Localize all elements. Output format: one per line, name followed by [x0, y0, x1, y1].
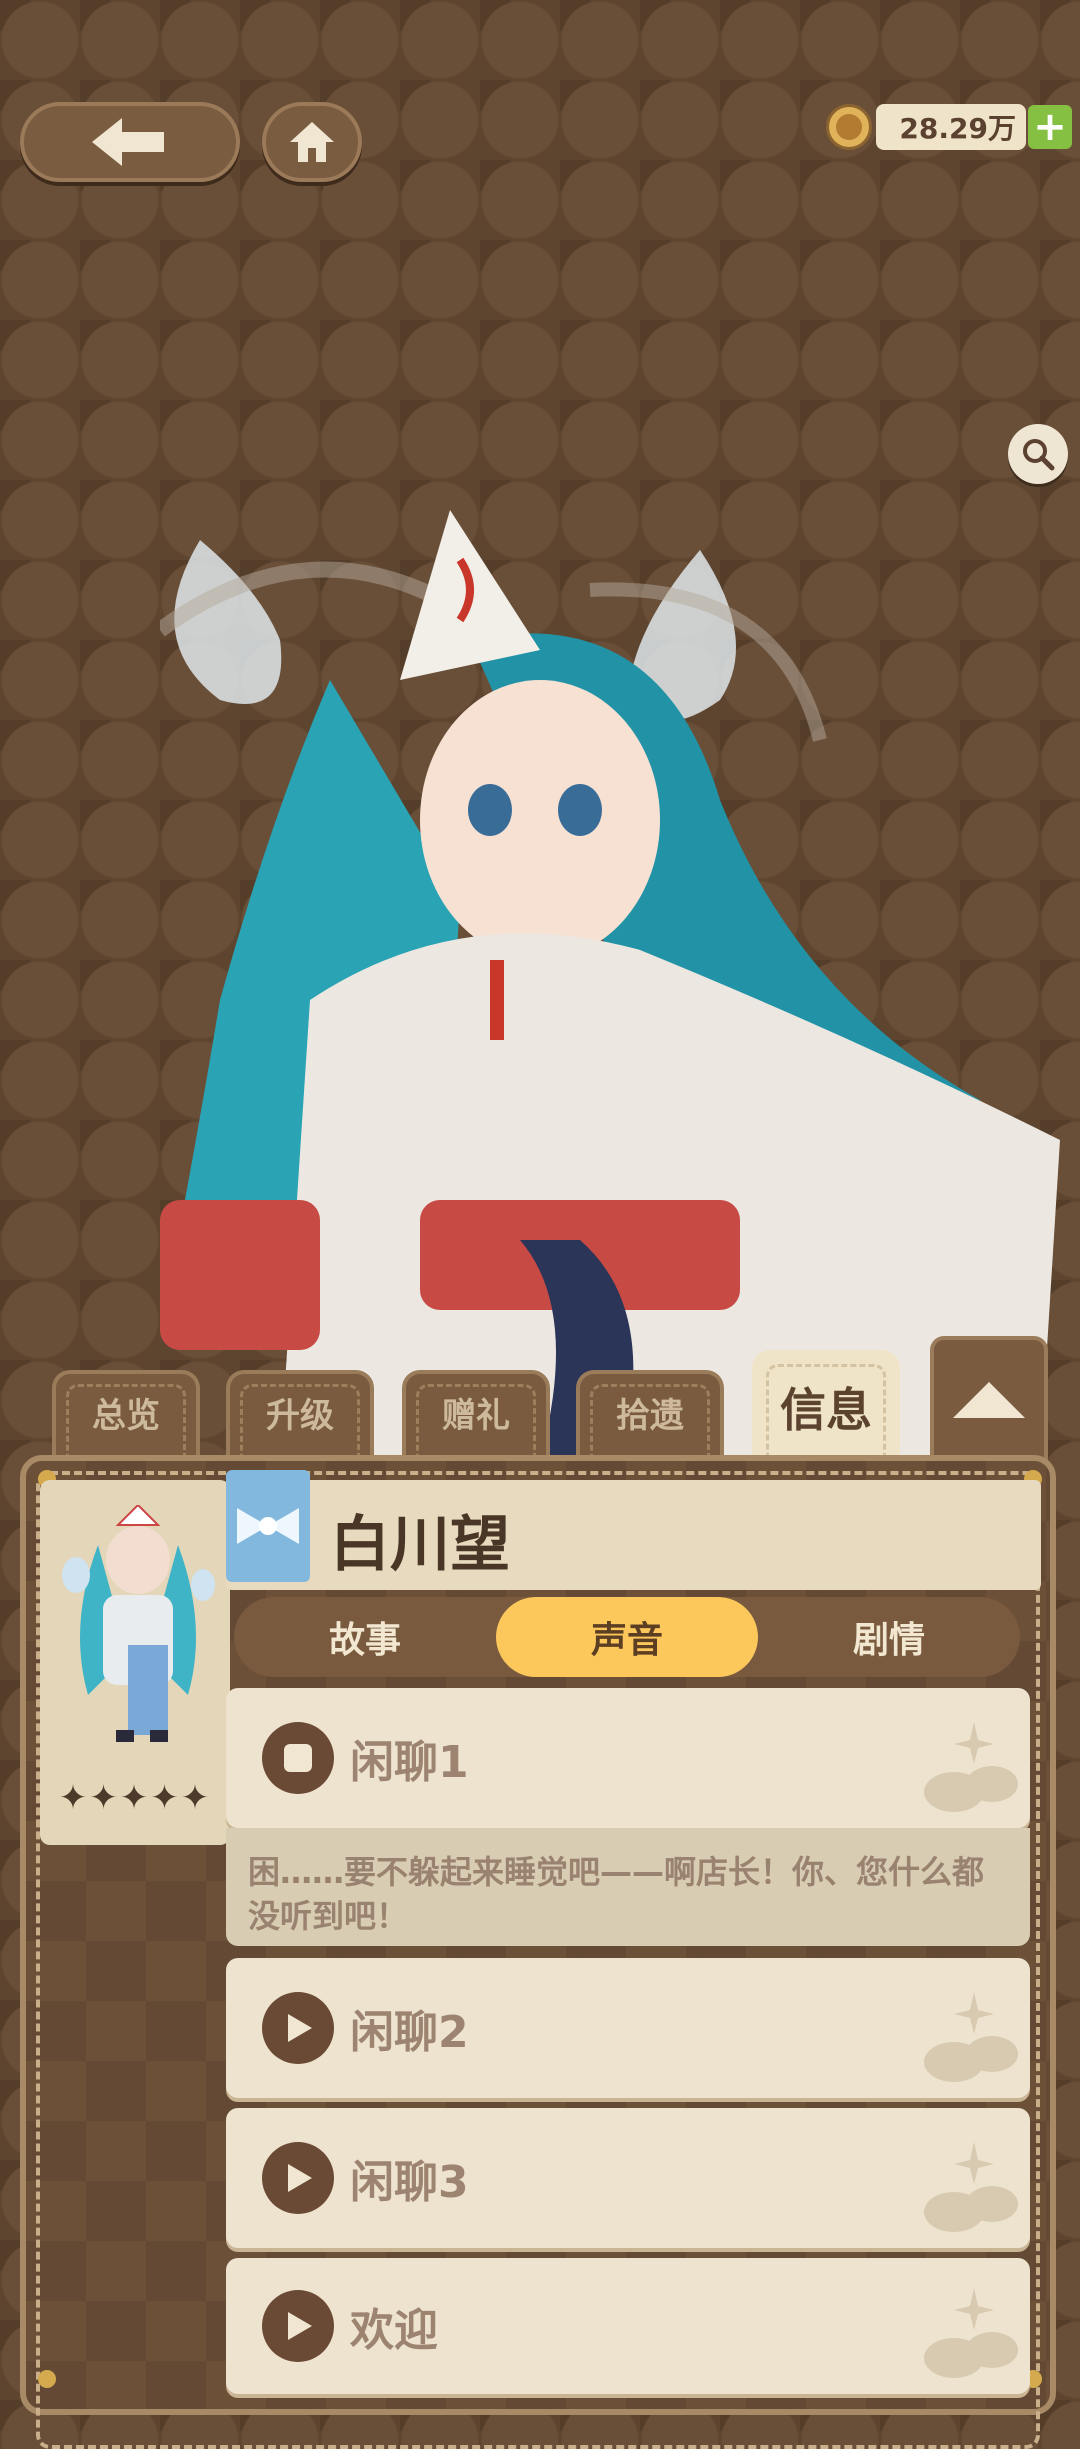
play-icon	[288, 2312, 312, 2340]
voice-item-welcome[interactable]: 欢迎	[226, 2258, 1030, 2394]
voice-line-text: 困……要不躲起来睡觉吧——啊店长！你、您什么都没听到吧！	[226, 1828, 1030, 1946]
voice-label: 闲聊3	[350, 2157, 469, 2208]
home-icon	[290, 122, 334, 162]
coffee-bean-decoration-icon	[924, 1992, 1018, 2082]
home-button[interactable]	[262, 102, 362, 182]
subtab-plot[interactable]: 剧情	[758, 1597, 1020, 1677]
zoom-button[interactable]	[1008, 424, 1068, 484]
voice-item-chat1[interactable]: 闲聊1	[226, 1688, 1030, 1828]
stop-icon	[284, 1744, 312, 1772]
character-illustration	[160, 510, 1060, 1460]
chevron-up-icon	[953, 1382, 1025, 1418]
tab-info[interactable]: 信息	[752, 1350, 900, 1460]
back-button[interactable]	[20, 102, 240, 182]
voice-item-chat3[interactable]: 闲聊3	[226, 2108, 1030, 2248]
tab-gift[interactable]: 赠礼	[402, 1370, 550, 1460]
coffee-bean-decoration-icon	[924, 2142, 1018, 2232]
play-icon	[288, 2014, 312, 2042]
currency-amount: 28.29万	[876, 104, 1026, 150]
stop-button[interactable]	[262, 1722, 334, 1794]
add-currency-button[interactable]: +	[1028, 105, 1072, 149]
voice-label: 闲聊1	[350, 1737, 469, 1788]
corner-rivet	[38, 2370, 56, 2388]
play-button[interactable]	[262, 2142, 334, 2214]
character-sprite	[62, 1505, 215, 1742]
tab-collection[interactable]: 拾遗	[576, 1370, 724, 1460]
collapse-panel-button[interactable]	[930, 1336, 1048, 1460]
play-button[interactable]	[262, 1992, 334, 2064]
subtab-story[interactable]: 故事	[234, 1597, 496, 1677]
sub-tab-bar: 故事 声音 剧情	[234, 1597, 1020, 1677]
character-name: 白川望	[330, 1510, 510, 1580]
back-arrow-icon	[92, 118, 164, 166]
play-icon	[288, 2164, 312, 2192]
bow-badge-icon	[226, 1470, 310, 1582]
voice-item-chat2[interactable]: 闲聊2	[226, 1958, 1030, 2098]
play-button[interactable]	[262, 2290, 334, 2362]
coffee-bean-decoration-icon	[924, 1722, 1018, 1812]
tab-upgrade[interactable]: 升级	[226, 1370, 374, 1460]
rarity-stars: ✦✦✦✦✦	[58, 1778, 212, 1818]
subtab-voice[interactable]: 声音	[496, 1597, 758, 1677]
voice-label: 欢迎	[350, 2305, 438, 2356]
currency-display: 28.29万 +	[826, 102, 1072, 152]
coffee-bean-decoration-icon	[924, 2288, 1018, 2378]
tab-overview[interactable]: 总览	[52, 1370, 200, 1460]
coin-icon	[826, 104, 872, 150]
voice-label: 闲聊2	[350, 2007, 469, 2058]
magnifier-icon	[1023, 439, 1055, 471]
